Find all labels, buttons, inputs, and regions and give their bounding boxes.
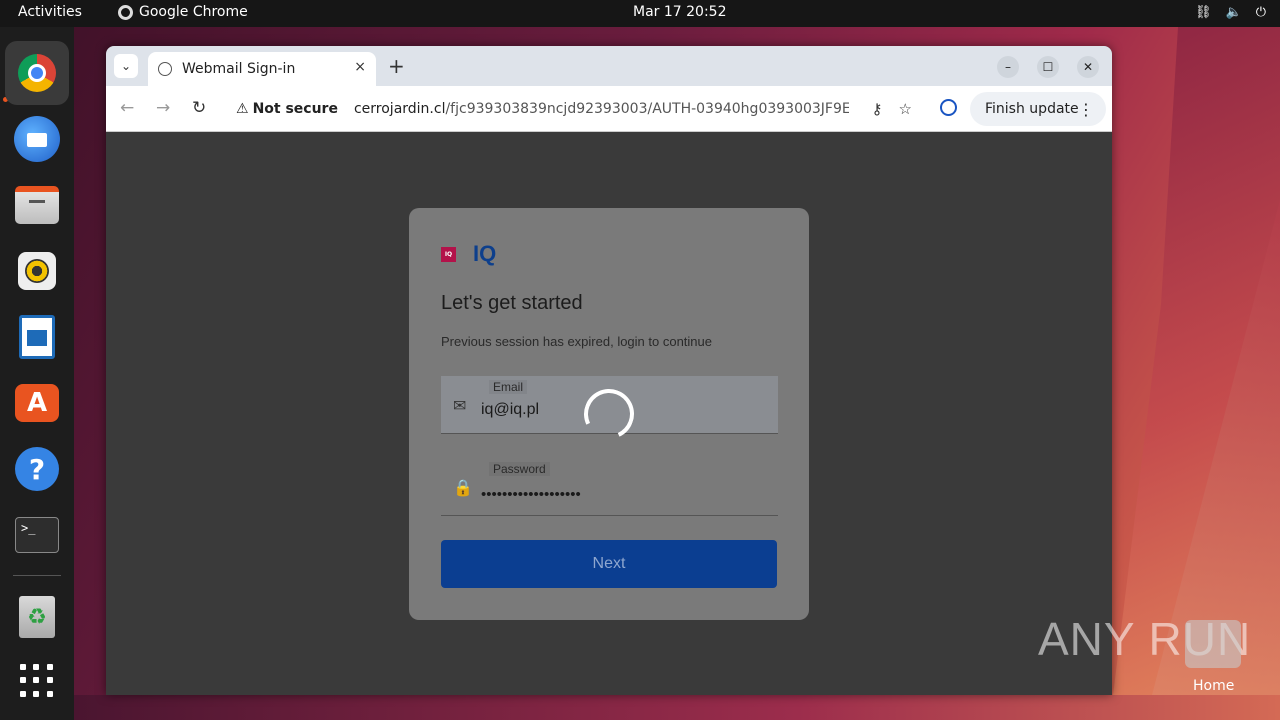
logo-text: IQ	[473, 241, 497, 266]
reload-button[interactable]: ↻	[192, 98, 206, 118]
terminal-icon: >_	[15, 517, 59, 553]
tab-close-button[interactable]: ×	[354, 59, 366, 75]
tab-strip: ⌄ Webmail Sign-in × + – ☐ ✕	[106, 46, 1112, 86]
password-input[interactable]: •••••••••••••••••••	[481, 486, 761, 503]
warning-icon: ⚠	[236, 101, 249, 117]
maximize-icon: ☐	[1042, 60, 1054, 74]
tab-webmail[interactable]: Webmail Sign-in ×	[148, 52, 376, 86]
trash-icon: ♻	[19, 596, 55, 638]
dock-files[interactable]	[13, 181, 61, 229]
show-apps-icon	[20, 664, 54, 698]
maximize-button[interactable]: ☐	[1037, 56, 1059, 78]
dock-rhythmbox[interactable]	[13, 247, 61, 295]
rhythmbox-icon	[18, 252, 56, 290]
forward-button[interactable]: →	[156, 98, 170, 118]
email-label: Email	[489, 380, 528, 394]
chrome-small-icon	[118, 4, 133, 20]
security-indicator[interactable]: ⚠ Not secure	[236, 101, 338, 117]
back-button[interactable]: ←	[120, 98, 134, 118]
lock-icon: 🔒	[453, 478, 473, 497]
system-tray[interactable]: ⛓ 🔈 ⏻	[1195, 5, 1266, 20]
dock-terminal[interactable]: >_	[13, 511, 61, 559]
dock: A ? >_ ♻	[0, 27, 74, 720]
tab-title: Webmail Sign-in	[182, 61, 296, 77]
minimize-button[interactable]: –	[997, 56, 1019, 78]
globe-icon	[158, 62, 172, 76]
network-icon: ⛓	[1195, 5, 1212, 20]
envelope-icon: ✉	[453, 396, 467, 415]
bookmark-star-icon[interactable]: ☆	[899, 100, 912, 118]
app-center-icon: A	[15, 384, 59, 422]
writer-icon	[19, 315, 55, 359]
clock[interactable]: Mar 17 20:52	[633, 4, 726, 20]
chevron-down-icon: ⌄	[120, 59, 132, 73]
key-icon[interactable]: ⚷	[872, 100, 883, 118]
tab-search-button[interactable]: ⌄	[114, 54, 138, 78]
page-viewport: IQ IQ Let's get started Previous session…	[106, 132, 1112, 695]
logo-mark: IQ	[441, 247, 456, 262]
reload-icon: ↻	[192, 98, 207, 118]
new-tab-button[interactable]: +	[388, 54, 405, 78]
login-card: IQ IQ Let's get started Previous session…	[409, 208, 809, 620]
home-label: Home	[1193, 678, 1235, 694]
profile-icon[interactable]	[940, 99, 957, 116]
activities-button[interactable]: Activities	[18, 4, 82, 20]
url-text: cerrojardin.cl/fjc939303839ncjd92393003/…	[353, 101, 849, 117]
power-icon: ⏻	[1255, 5, 1266, 20]
dock-help[interactable]: ?	[13, 445, 61, 493]
volume-icon: 🔈	[1225, 5, 1242, 20]
top-bar: Activities Google Chrome Mar 17 20:52 ⛓ …	[0, 0, 1280, 27]
help-icon: ?	[15, 447, 59, 491]
session-message: Previous session has expired, login to c…	[441, 334, 712, 349]
back-arrow-icon: ←	[120, 98, 135, 118]
browser-window: ⌄ Webmail Sign-in × + – ☐ ✕ ← → ↻ ⚠ Not …	[106, 46, 1112, 695]
dock-writer[interactable]	[13, 313, 61, 361]
chrome-icon	[18, 54, 56, 92]
close-icon: ✕	[1082, 60, 1094, 74]
dock-thunderbird[interactable]	[13, 115, 61, 163]
files-icon	[15, 186, 59, 224]
kebab-menu-icon: ⋮	[1078, 99, 1094, 119]
app-menu[interactable]: Google Chrome	[118, 4, 248, 20]
dock-app-center[interactable]: A	[13, 379, 61, 427]
app-name: Google Chrome	[139, 4, 248, 20]
next-button[interactable]: Next	[441, 540, 777, 588]
wallpaper-strip	[74, 695, 1280, 720]
address-bar[interactable]: ⚠ Not secure cerrojardin.cl/fjc939303839…	[224, 92, 924, 126]
home-folder-icon[interactable]	[1185, 620, 1241, 668]
forward-arrow-icon: →	[156, 98, 171, 118]
thunderbird-icon	[14, 116, 60, 162]
browser-toolbar: ← → ↻ ⚠ Not secure cerrojardin.cl/fjc939…	[106, 86, 1112, 132]
password-field[interactable]: 🔒 Password •••••••••••••••••••	[441, 458, 778, 516]
password-label: Password	[489, 462, 550, 476]
page-title: Let's get started	[441, 292, 583, 314]
dock-chrome[interactable]	[5, 41, 69, 105]
dock-separator	[13, 575, 61, 576]
finish-update-button[interactable]: Finish update ⋮	[970, 92, 1106, 126]
dock-show-apps[interactable]	[13, 657, 61, 705]
dock-trash[interactable]: ♻	[13, 593, 61, 641]
close-window-button[interactable]: ✕	[1077, 56, 1099, 78]
minimize-icon: –	[1005, 60, 1011, 74]
